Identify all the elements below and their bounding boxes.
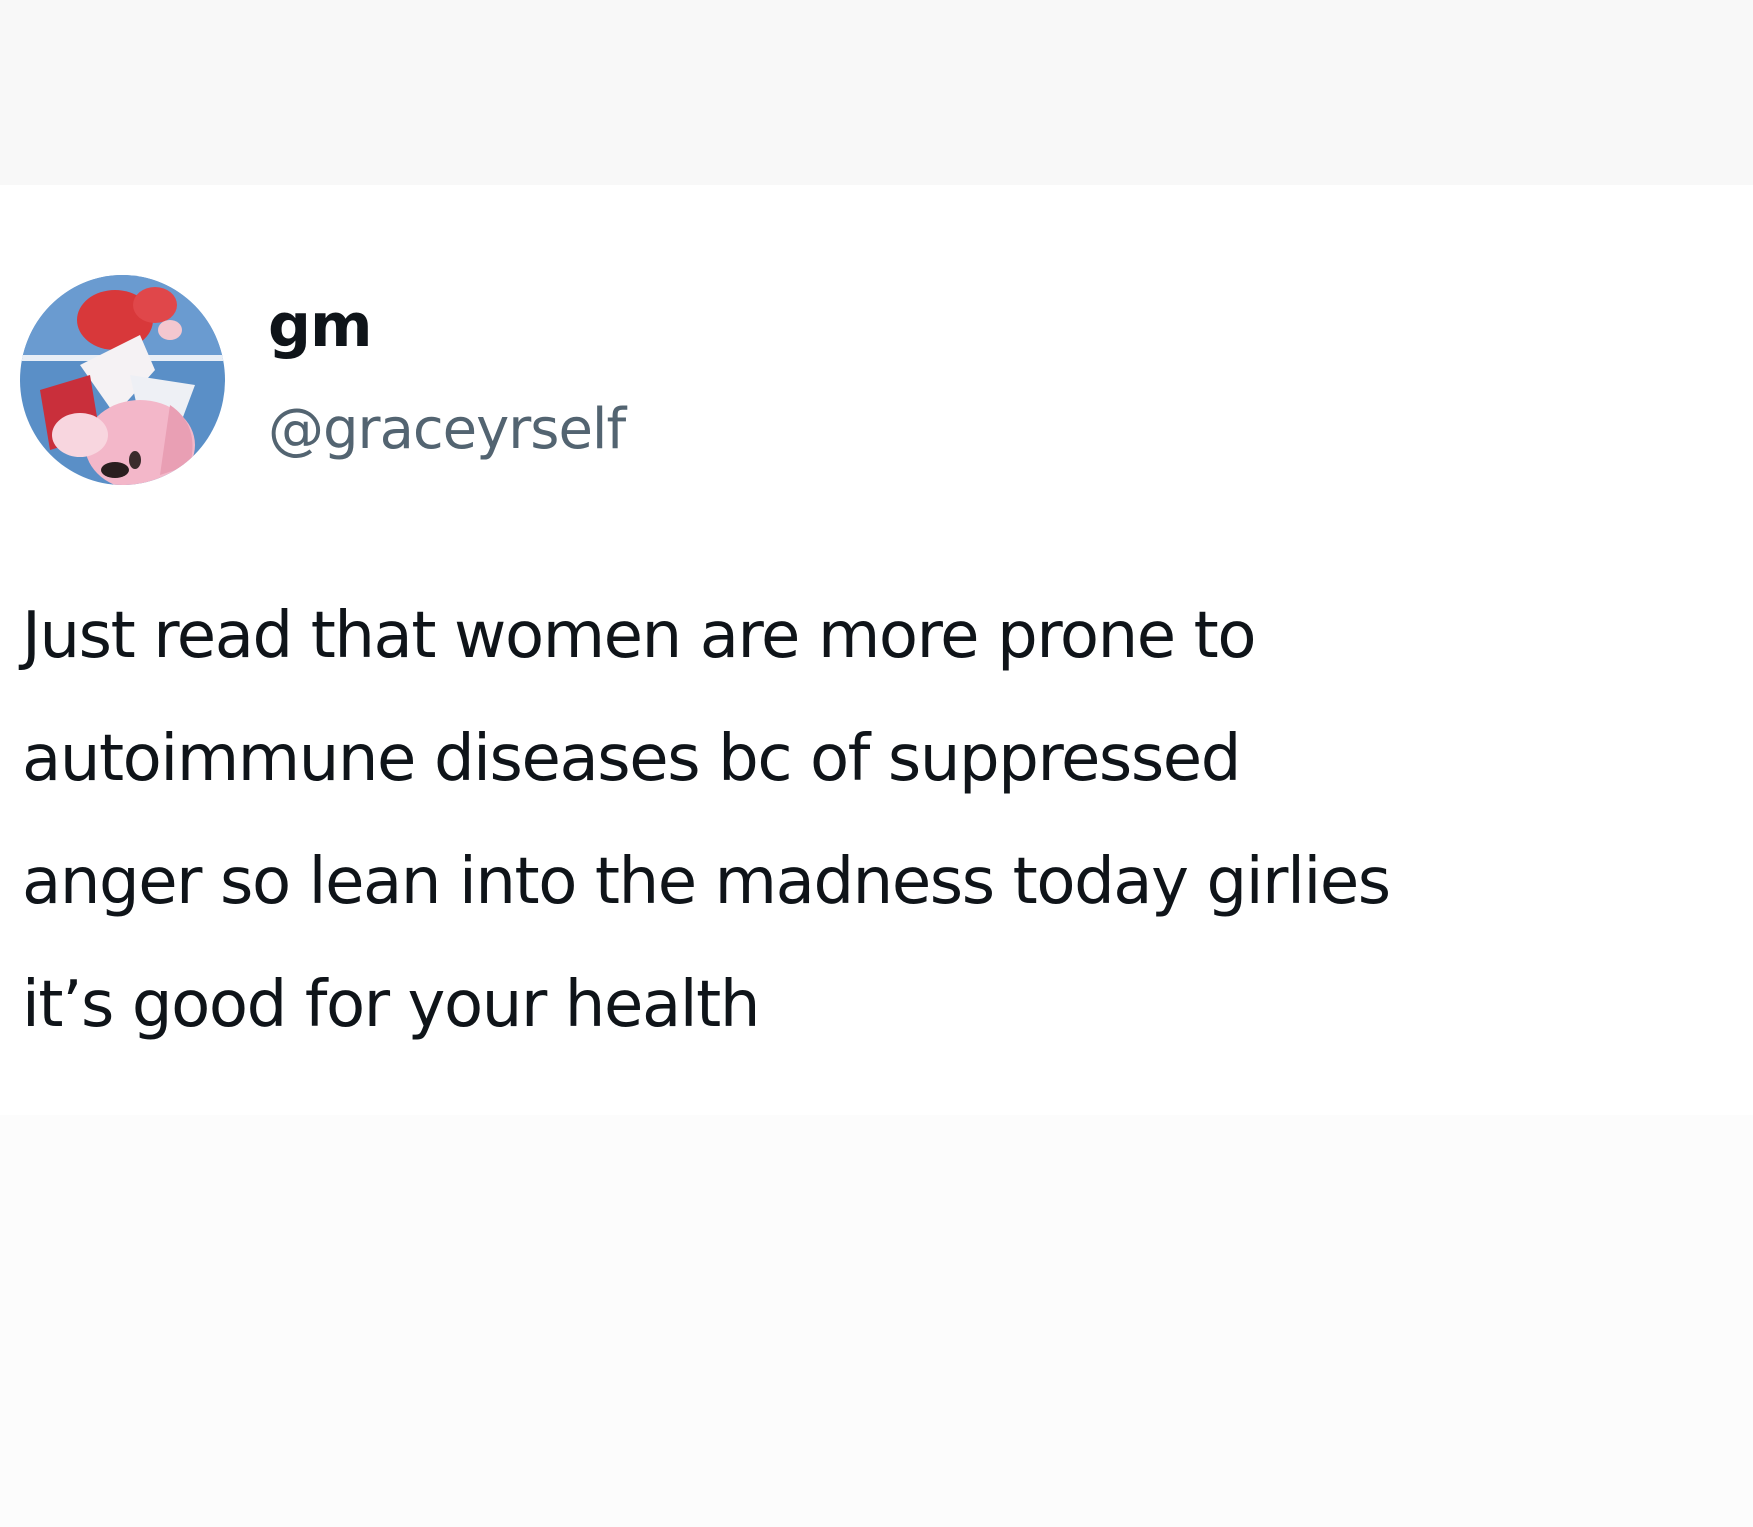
tweet-text-line: anger so lean into the madness today gir…: [22, 845, 1391, 919]
display-name[interactable]: gm: [268, 290, 372, 362]
bottom-margin: [0, 1115, 1753, 1527]
tweet-text-line: it’s good for your health: [22, 968, 760, 1042]
tweet-text: Just read that women are more prone to a…: [22, 575, 1737, 1067]
tweet-text-line: Just read that women are more prone to: [22, 599, 1257, 673]
top-margin: [0, 0, 1753, 185]
tweet-text-line: autoimmune diseases bc of suppressed: [22, 722, 1241, 796]
user-handle[interactable]: @graceyrself: [268, 395, 626, 465]
anime-character-avatar-icon[interactable]: [20, 275, 225, 485]
